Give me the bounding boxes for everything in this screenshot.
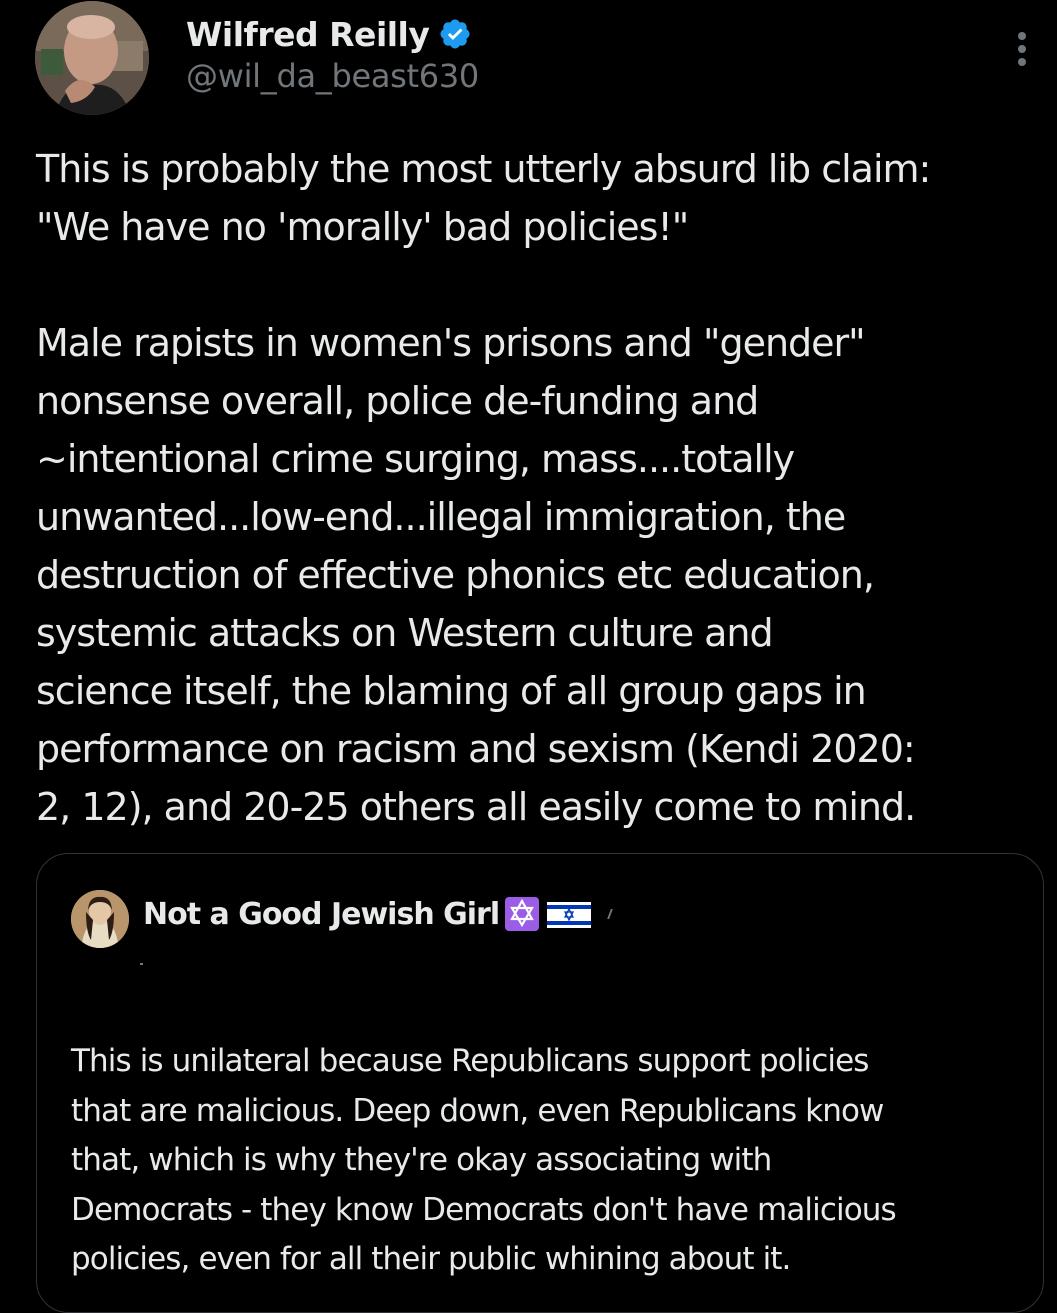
truncated-text-mark xyxy=(607,909,613,919)
more-options-button[interactable] xyxy=(1005,25,1039,73)
quoted-author-name[interactable]: Not a Good Jewish Girl xyxy=(143,897,500,932)
quoted-tweet-header: Not a Good Jewish Girl xyxy=(143,896,613,932)
more-vertical-icon-dot xyxy=(1018,45,1026,53)
tweet-paragraph: This is probably the most utterly absurd… xyxy=(36,147,931,249)
tweet-paragraph: Male rapists in women's prisons and "gen… xyxy=(36,321,916,829)
verified-badge-icon[interactable] xyxy=(438,17,472,51)
author-name[interactable]: Wilfred Reilly xyxy=(186,15,430,54)
israel-flag-icon xyxy=(547,896,592,932)
quoted-author-avatar-image xyxy=(71,890,129,948)
truncated-handle-mark xyxy=(140,963,143,965)
author-avatar-image xyxy=(35,1,149,115)
author-avatar[interactable] xyxy=(35,1,149,115)
author-handle[interactable]: @wil_da_beast630 xyxy=(186,57,479,95)
quoted-author-avatar[interactable] xyxy=(71,890,129,948)
more-vertical-icon-dot xyxy=(1018,58,1026,66)
quoted-tweet-card[interactable]: Not a Good Jewish Girl This is unilatera… xyxy=(36,853,1044,1313)
author-name-row[interactable]: Wilfred Reilly xyxy=(186,12,472,56)
more-vertical-icon-dot xyxy=(1018,32,1026,40)
tweet-text: This is probably the most utterly absurd… xyxy=(36,140,1046,836)
star-of-david-icon xyxy=(501,896,545,932)
quoted-tweet-text: This is unilateral because Republicans s… xyxy=(71,1043,897,1277)
